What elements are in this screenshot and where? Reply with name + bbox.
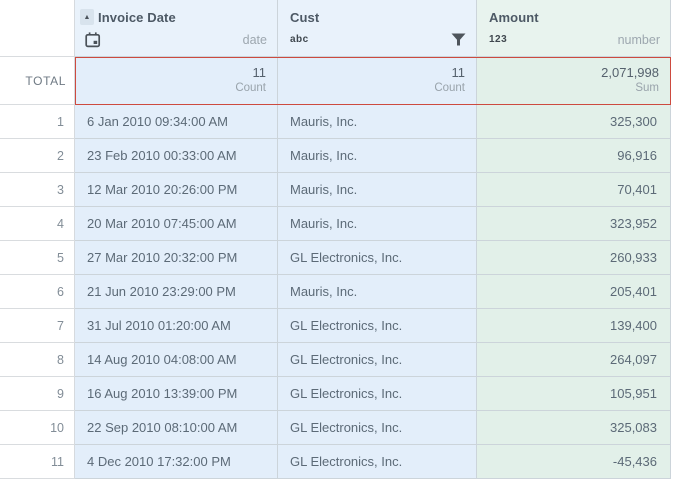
column-header-amount[interactable]: Amount 123 number — [477, 0, 671, 57]
total-cell-cust-count[interactable]: 11 Count — [278, 57, 477, 105]
invoice-date-cell[interactable]: 23 Feb 2010 00:33:00 AM — [75, 139, 278, 173]
customer-cell[interactable]: GL Electronics, Inc. — [278, 343, 477, 377]
sort-asc-icon[interactable]: ▲ — [80, 9, 94, 25]
amount-cell[interactable]: 139,400 — [477, 309, 671, 343]
row-number-cell[interactable]: 2 — [0, 139, 75, 173]
filter-icon[interactable] — [451, 33, 466, 46]
invoice-date-cell[interactable]: 21 Jun 2010 23:29:00 PM — [75, 275, 278, 309]
amount-cell[interactable]: 325,300 — [477, 105, 671, 139]
invoice-date-cell[interactable]: 27 Mar 2010 20:32:00 PM — [75, 241, 278, 275]
total-cell-invoice-count[interactable]: 11 Count — [75, 57, 278, 105]
invoice-date-cell[interactable]: 4 Dec 2010 17:32:00 PM — [75, 445, 278, 479]
row-number-cell[interactable]: 9 — [0, 377, 75, 411]
column-title: Invoice Date — [98, 9, 176, 25]
total-row-label: TOTAL — [0, 57, 75, 105]
invoice-date-cell[interactable]: 14 Aug 2010 04:08:00 AM — [75, 343, 278, 377]
column-header-cust[interactable]: Cust abc — [278, 0, 477, 57]
table: ▲ Invoice Date date Cust abc Amount 123 … — [0, 0, 671, 479]
row-number-cell[interactable]: 11 — [0, 445, 75, 479]
invoice-date-cell[interactable]: 22 Sep 2010 08:10:00 AM — [75, 411, 278, 445]
invoice-date-cell[interactable]: 12 Mar 2010 20:26:00 PM — [75, 173, 278, 207]
amount-cell[interactable]: 70,401 — [477, 173, 671, 207]
total-agg-label: Sum — [635, 82, 659, 95]
customer-cell[interactable]: Mauris, Inc. — [278, 139, 477, 173]
row-number-cell[interactable]: 10 — [0, 411, 75, 445]
calendar-icon — [85, 31, 101, 48]
type-label-date: date — [242, 32, 267, 47]
customer-cell[interactable]: GL Electronics, Inc. — [278, 377, 477, 411]
row-number-cell[interactable]: 6 — [0, 275, 75, 309]
row-number-cell[interactable]: 1 — [0, 105, 75, 139]
customer-cell[interactable]: GL Electronics, Inc. — [278, 445, 477, 479]
total-agg-label: Count — [235, 82, 266, 95]
abc-text-icon: abc — [290, 34, 309, 45]
customer-cell[interactable]: Mauris, Inc. — [278, 173, 477, 207]
total-agg-label: Count — [434, 82, 465, 95]
column-title: Amount — [489, 9, 539, 25]
customer-cell[interactable]: GL Electronics, Inc. — [278, 411, 477, 445]
customer-cell[interactable]: Mauris, Inc. — [278, 105, 477, 139]
corner-cell — [0, 0, 75, 57]
row-number-cell[interactable]: 7 — [0, 309, 75, 343]
123-text-icon: 123 — [489, 34, 508, 45]
data-grid-app: ▲ Invoice Date date Cust abc Amount 123 … — [0, 0, 677, 480]
invoice-date-cell[interactable]: 6 Jan 2010 09:34:00 AM — [75, 105, 278, 139]
invoice-date-cell[interactable]: 20 Mar 2010 07:45:00 AM — [75, 207, 278, 241]
amount-cell[interactable]: 260,933 — [477, 241, 671, 275]
amount-cell[interactable]: 323,952 — [477, 207, 671, 241]
amount-cell[interactable]: 325,083 — [477, 411, 671, 445]
total-value: 2,071,998 — [601, 65, 659, 81]
amount-cell[interactable]: 105,951 — [477, 377, 671, 411]
total-cell-amount-sum[interactable]: 2,071,998 Sum — [477, 57, 671, 105]
row-number-cell[interactable]: 3 — [0, 173, 75, 207]
column-header-invoice-date[interactable]: ▲ Invoice Date date — [75, 0, 278, 57]
row-number-cell[interactable]: 5 — [0, 241, 75, 275]
customer-cell[interactable]: Mauris, Inc. — [278, 275, 477, 309]
customer-cell[interactable]: Mauris, Inc. — [278, 207, 477, 241]
amount-cell[interactable]: 96,916 — [477, 139, 671, 173]
total-value: 11 — [451, 65, 466, 81]
row-number-cell[interactable]: 4 — [0, 207, 75, 241]
customer-cell[interactable]: GL Electronics, Inc. — [278, 309, 477, 343]
amount-cell[interactable]: 205,401 — [477, 275, 671, 309]
total-value: 11 — [252, 65, 267, 81]
amount-cell[interactable]: -45,436 — [477, 445, 671, 479]
invoice-date-cell[interactable]: 31 Jul 2010 01:20:00 AM — [75, 309, 278, 343]
type-label-number: number — [617, 32, 660, 47]
row-number-cell[interactable]: 8 — [0, 343, 75, 377]
amount-cell[interactable]: 264,097 — [477, 343, 671, 377]
column-title: Cust — [290, 9, 320, 25]
customer-cell[interactable]: GL Electronics, Inc. — [278, 241, 477, 275]
invoice-date-cell[interactable]: 16 Aug 2010 13:39:00 PM — [75, 377, 278, 411]
